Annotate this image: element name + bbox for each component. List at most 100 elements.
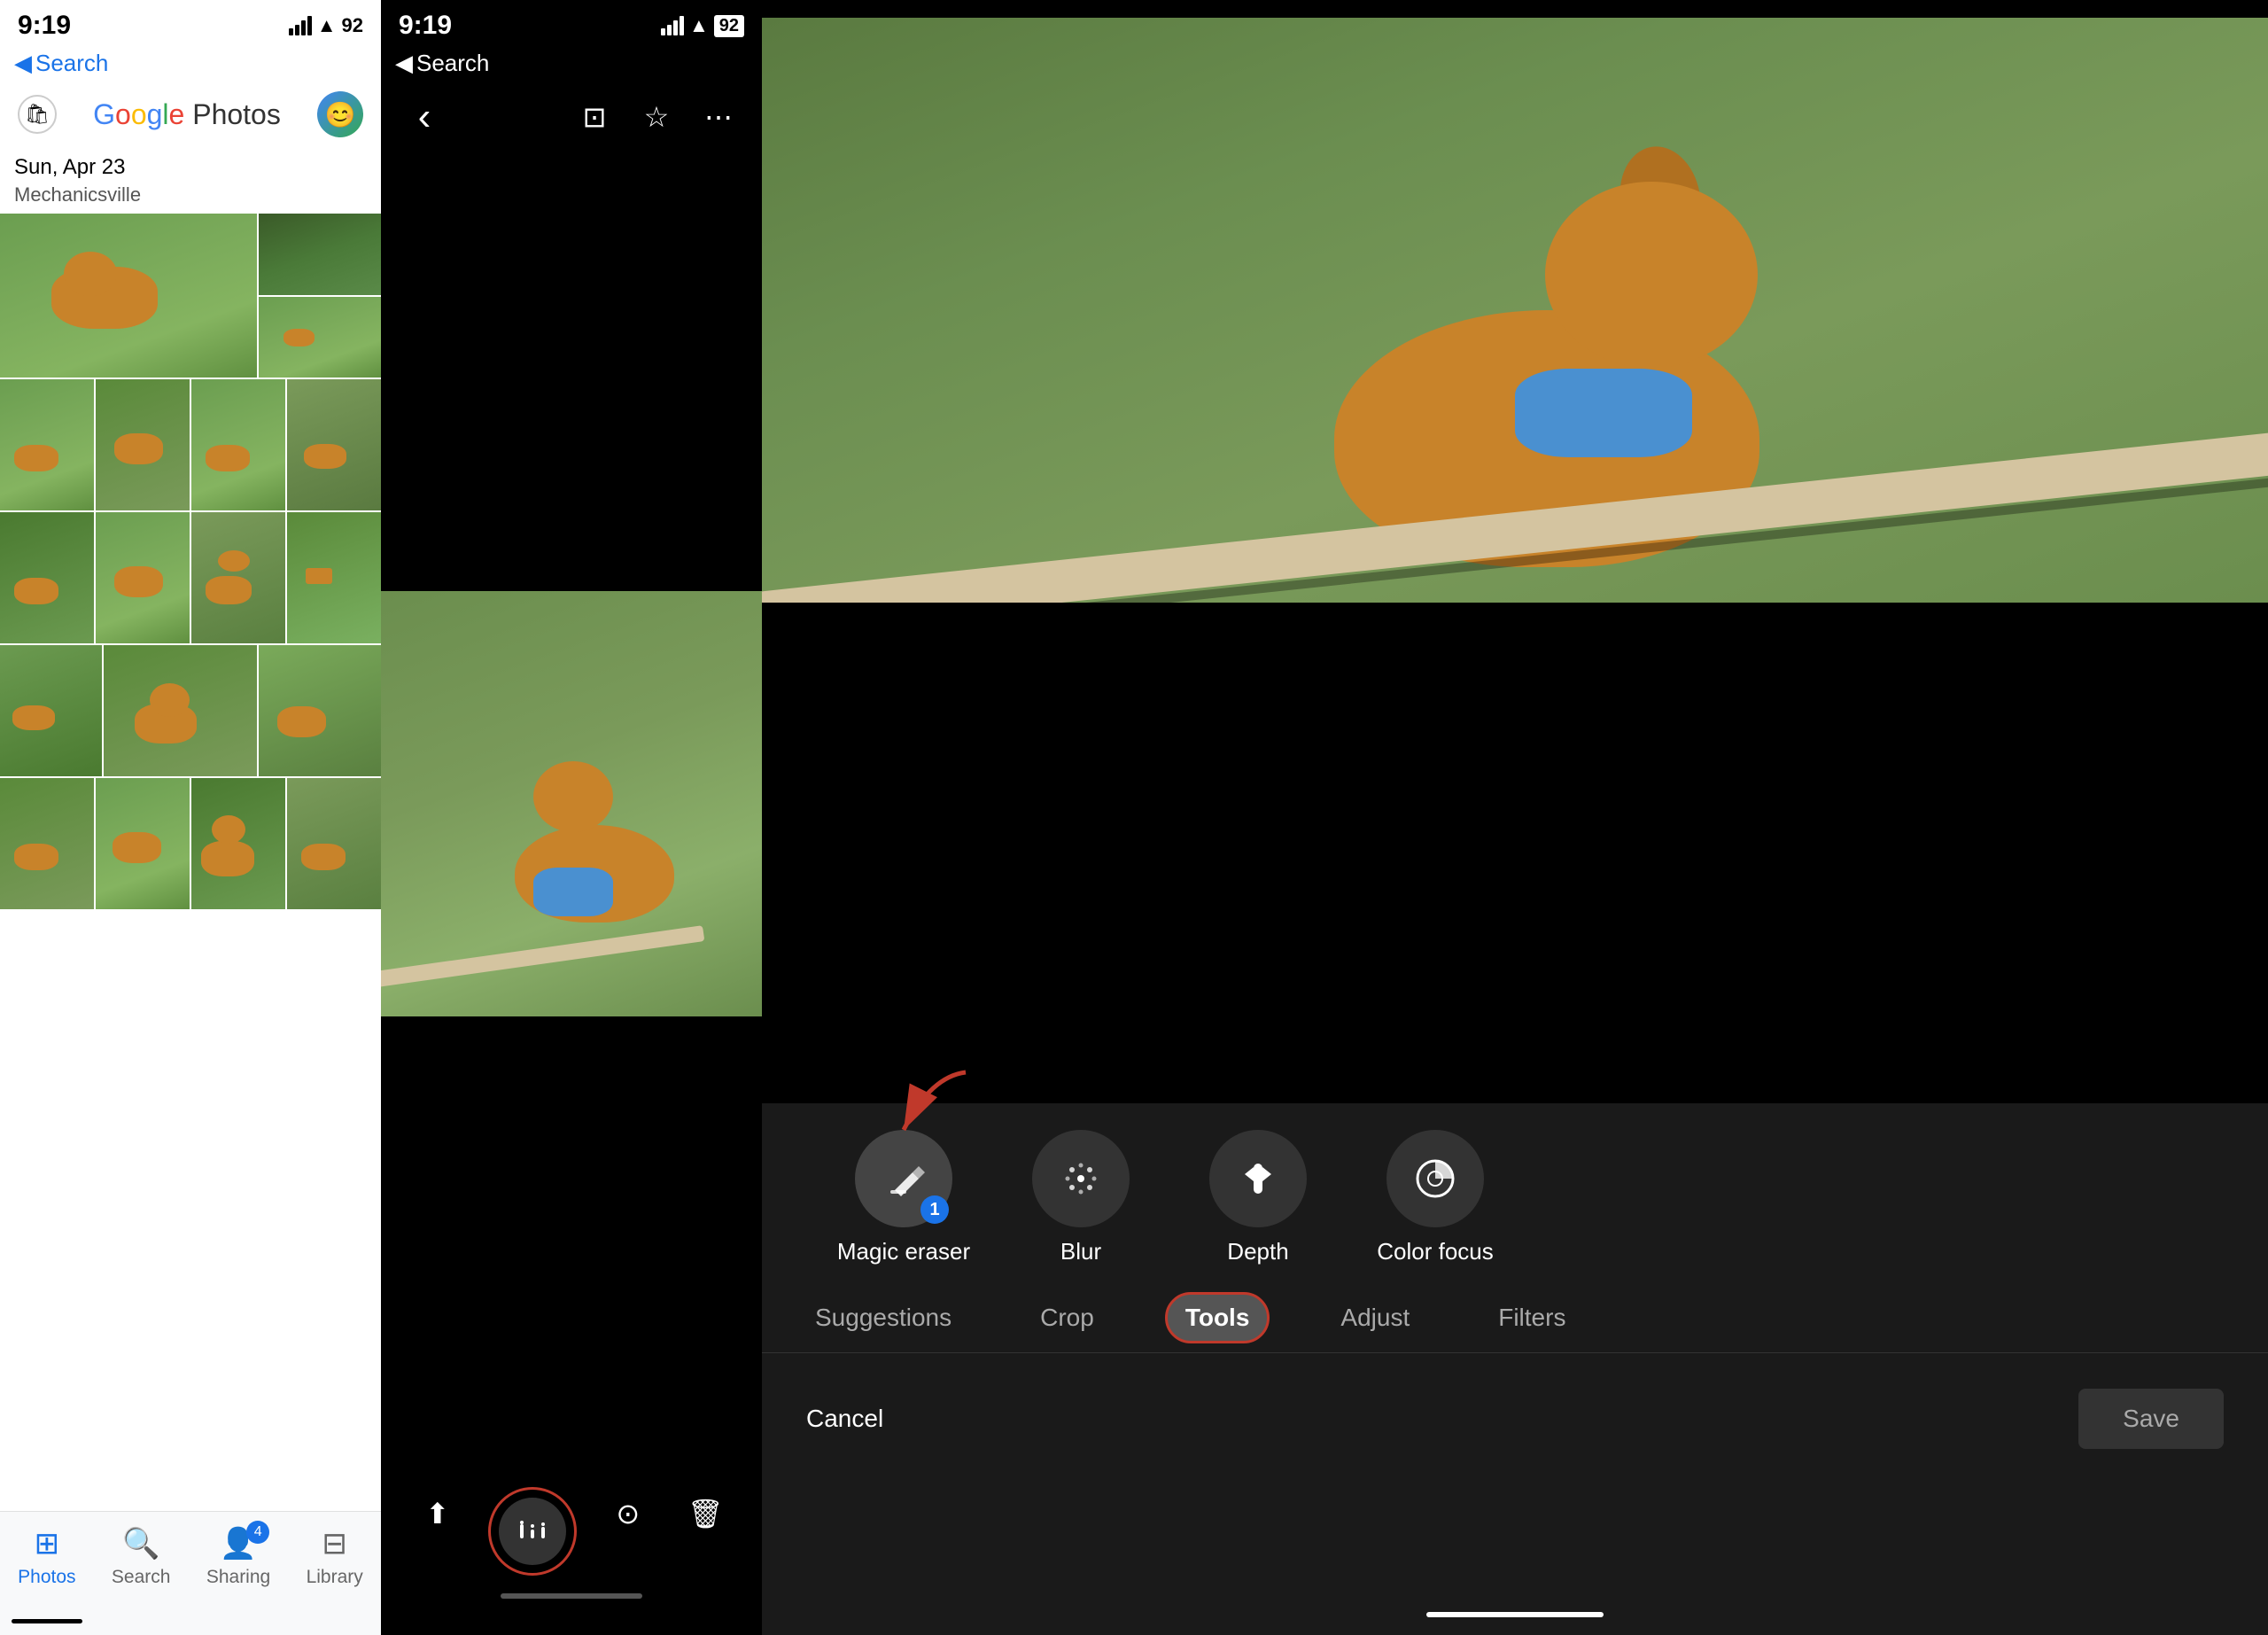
photo-cell[interactable] <box>259 297 381 378</box>
photo-row-3 <box>0 512 381 643</box>
photo-cell[interactable] <box>104 645 257 776</box>
adjust-tab-label: Adjust <box>1340 1304 1410 1331</box>
lens-button[interactable]: ⊙ <box>602 1487 655 1540</box>
viewer-back-label: Search <box>416 50 489 77</box>
logo-letters: G o o g l e Photos <box>93 98 281 131</box>
photo-cell[interactable] <box>191 512 285 643</box>
save-button[interactable]: Save <box>2078 1389 2224 1449</box>
share-button[interactable]: ⬆ <box>411 1487 464 1540</box>
tab-library[interactable]: ⊟ Library <box>307 1526 363 1588</box>
tab-active-indicator <box>12 1619 82 1623</box>
photo-cell[interactable] <box>96 379 190 510</box>
filters-tab-label: Filters <box>1498 1304 1565 1331</box>
tool-color-focus[interactable]: Color focus <box>1347 1130 1524 1265</box>
photo-cell[interactable] <box>259 645 381 776</box>
photos-header: 🛍 G o o g l e Photos 😊 <box>0 84 381 148</box>
photo-cell[interactable] <box>287 778 381 909</box>
viewer-actions: ⬆ ⊙ 🗑 <box>381 1487 762 1576</box>
edit-button[interactable] <box>488 1487 577 1576</box>
viewer-wifi-icon: ▲ <box>689 14 709 37</box>
tab-suggestions[interactable]: Suggestions <box>797 1295 969 1341</box>
viewer-bottom-space <box>381 1387 762 1458</box>
viewer-photo-area[interactable] <box>381 221 762 1387</box>
back-button[interactable]: ‹ <box>402 95 447 139</box>
viewer-battery: 92 <box>714 15 744 37</box>
tool-depth[interactable]: Depth <box>1169 1130 1347 1265</box>
photo-cell[interactable] <box>287 512 381 643</box>
edit-photo-area <box>762 0 2268 1103</box>
photo-cell[interactable] <box>259 214 381 295</box>
tool-tabs-row: Suggestions Crop Tools Adjust Filters <box>762 1283 2268 1353</box>
time-display: 9:19 <box>18 11 71 41</box>
photo-cell[interactable] <box>191 379 285 510</box>
tool-magic-eraser[interactable]: 1 Magic eraser <box>815 1130 992 1265</box>
cancel-button[interactable]: Cancel <box>806 1405 883 1433</box>
library-tab-icon: ⊟ <box>322 1526 347 1561</box>
star-button[interactable]: ☆ <box>634 95 679 139</box>
photo-row-1 <box>0 214 381 378</box>
viewer-top-space <box>381 150 762 221</box>
viewer-toolbar-right: ⊡ ☆ ⋯ <box>572 95 741 139</box>
tool-blur[interactable]: Blur <box>992 1130 1169 1265</box>
blur-icon <box>1032 1130 1130 1227</box>
signal-icon <box>289 16 312 35</box>
location-label: Mechanicsville <box>0 183 381 214</box>
photo-cell[interactable] <box>0 512 94 643</box>
edit-icon <box>499 1498 566 1565</box>
viewer-scrubber <box>501 1593 642 1599</box>
photo-row-4 <box>0 645 381 776</box>
battery-display: 92 <box>342 14 363 37</box>
tab-crop[interactable]: Crop <box>1022 1295 1112 1341</box>
tab-filters[interactable]: Filters <box>1480 1295 1583 1341</box>
tools-tab-label: Tools <box>1185 1304 1250 1331</box>
tab-adjust[interactable]: Adjust <box>1323 1295 1427 1341</box>
eraser-badge: 1 <box>920 1195 949 1224</box>
panel-edit-tools: 1 Magic eraser <box>762 0 2268 1635</box>
equalizer-icon <box>515 1514 550 1549</box>
color-focus-label: Color focus <box>1377 1238 1494 1265</box>
bottom-line-container <box>762 1612 2268 1635</box>
edit-photo <box>762 18 2268 603</box>
blur-svg <box>1059 1156 1103 1201</box>
photos-tab-icon: ⊞ <box>35 1526 60 1561</box>
photo-cell[interactable] <box>0 645 102 776</box>
tab-search[interactable]: 🔍 Search <box>112 1526 171 1588</box>
status-bar-photos: 9:19 ▲ 92 <box>0 0 381 46</box>
color-focus-icon <box>1386 1130 1484 1227</box>
photo-cell[interactable] <box>191 778 285 909</box>
photo-row-5 <box>0 778 381 909</box>
photo-cell[interactable] <box>0 214 257 378</box>
photo-cell[interactable] <box>96 512 190 643</box>
library-tab-label: Library <box>307 1567 363 1588</box>
back-icon: ◀ <box>14 50 32 77</box>
shop-button[interactable]: 🛍 <box>18 95 57 134</box>
sharing-badge: 4 <box>246 1521 269 1544</box>
search-tab-label: Search <box>112 1567 171 1588</box>
viewer-status-icons: ▲ 92 <box>661 14 744 37</box>
edit-harness <box>1515 369 1692 457</box>
tab-tools[interactable]: Tools <box>1165 1292 1270 1343</box>
viewer-nav-back[interactable]: ◀ Search <box>381 46 762 84</box>
photo-grid <box>0 214 381 1511</box>
photo-cell[interactable] <box>0 778 94 909</box>
depth-svg <box>1236 1156 1280 1201</box>
status-icons: ▲ 92 <box>289 14 363 37</box>
nav-back-photos[interactable]: ◀ Search <box>0 46 381 84</box>
photo-cell[interactable] <box>96 778 190 909</box>
delete-button[interactable]: 🗑 <box>679 1487 732 1540</box>
cast-button[interactable]: ⊡ <box>572 95 617 139</box>
tools-icons-row: 1 Magic eraser <box>762 1103 2268 1283</box>
viewer-bottom-bar: ⬆ ⊙ 🗑 <box>381 1458 762 1635</box>
user-avatar[interactable]: 😊 <box>317 91 363 137</box>
photo-cell[interactable] <box>287 379 381 510</box>
home-indicator <box>1426 1612 1604 1617</box>
more-button[interactable]: ⋯ <box>696 95 741 139</box>
panel-google-photos: 9:19 ▲ 92 ◀ Search 🛍 G o o g <box>0 0 381 1635</box>
edit-tools-section: 1 Magic eraser <box>762 1103 2268 1635</box>
photo-cell[interactable] <box>0 379 94 510</box>
tab-sharing[interactable]: 👤 4 Sharing <box>206 1526 270 1588</box>
red-arrow <box>886 1068 975 1152</box>
tab-photos[interactable]: ⊞ Photos <box>18 1526 75 1588</box>
viewer-toolbar: ‹ ⊡ ☆ ⋯ <box>381 84 762 150</box>
photo-grid-container <box>0 214 381 1511</box>
